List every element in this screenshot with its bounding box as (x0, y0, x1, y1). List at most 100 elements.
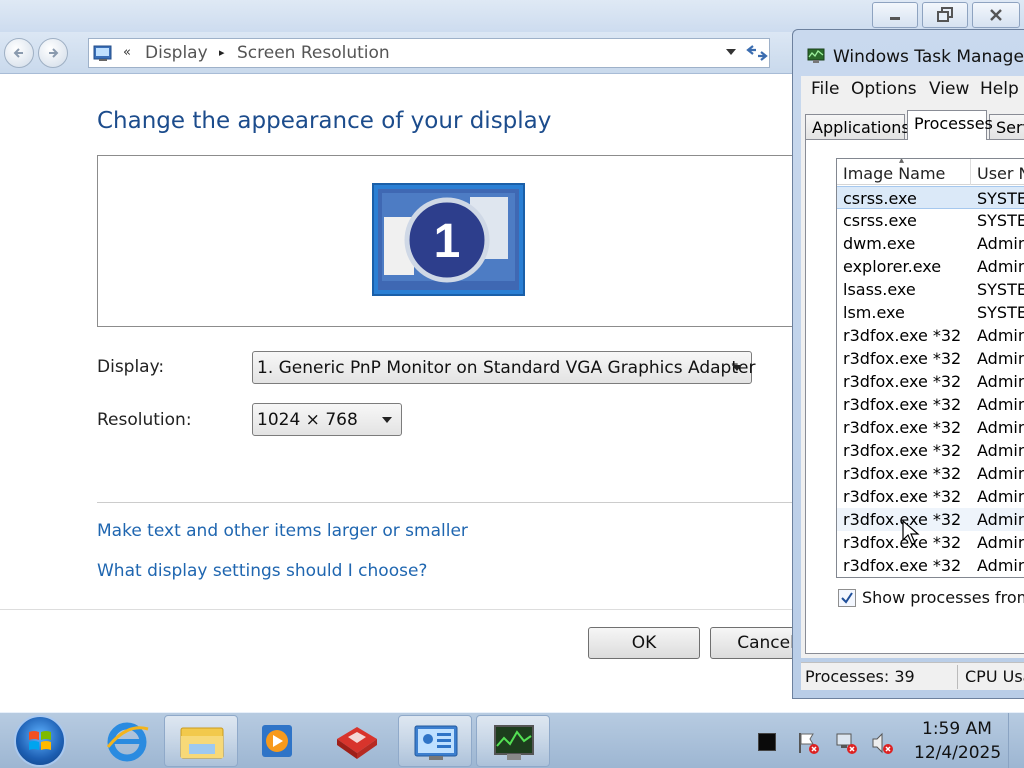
resolution-label: Resolution: (97, 410, 192, 430)
process-row[interactable]: csrss.exe SYSTEM (837, 209, 1024, 232)
process-user-name: SYSTEM (977, 211, 1024, 230)
display-dropdown[interactable]: 1. Generic PnP Monitor on Standard VGA G… (252, 351, 756, 384)
process-row[interactable]: r3dfox.exe *32 Admin (837, 531, 1024, 554)
display-settings-help-link[interactable]: What display settings should I choose? (97, 561, 427, 581)
checkmark-icon (841, 592, 853, 604)
status-process-count: Processes: 39 (805, 667, 915, 686)
menu-options[interactable]: Options (851, 79, 917, 99)
process-user-name: Admin (977, 372, 1024, 391)
taskbar-media-player[interactable] (240, 715, 314, 767)
forward-button[interactable] (38, 38, 68, 68)
process-user-name: Admin (977, 556, 1024, 575)
breadcrumb-screen-resolution[interactable]: Screen Resolution (237, 43, 390, 63)
process-user-name: Admin (977, 441, 1024, 460)
menu-help[interactable]: Help (980, 79, 1019, 99)
cpu-meter-icon[interactable] (758, 733, 776, 751)
monitor-number: 1 (434, 215, 461, 268)
menu-file[interactable]: File (811, 79, 839, 99)
chevron-down-icon (732, 365, 742, 371)
control-panel-icon (414, 725, 458, 760)
process-row[interactable]: r3dfox.exe *32 Admin (837, 347, 1024, 370)
process-image-name: csrss.exe (843, 189, 917, 208)
display-label: Display: (97, 357, 165, 377)
chevron-down-icon[interactable] (725, 47, 737, 57)
menu-view[interactable]: View (929, 79, 969, 99)
back-button[interactable] (4, 38, 34, 68)
clock-time[interactable]: 1:59 AM (922, 719, 992, 739)
task-manager-window: Windows Task Manager File Options View H… (792, 29, 1024, 699)
ok-button[interactable]: OK (588, 627, 700, 659)
process-row[interactable]: r3dfox.exe *32 Admin (837, 324, 1024, 347)
process-image-name: dwm.exe (843, 234, 916, 253)
resolution-dropdown[interactable]: 1024 × 768 (252, 403, 402, 436)
process-row[interactable]: csrss.exe SYSTEM (837, 186, 1024, 209)
process-user-name: Admin (977, 464, 1024, 483)
tab-applications[interactable]: Applications (805, 114, 910, 140)
process-image-name: r3dfox.exe *32 (843, 441, 962, 460)
monitor-preview: 1 (97, 155, 807, 327)
process-row[interactable]: r3dfox.exe *32 Admin (837, 554, 1024, 577)
process-image-name: r3dfox.exe *32 (843, 464, 962, 483)
refresh-icon[interactable] (744, 42, 770, 64)
process-row[interactable]: r3dfox.exe *32 Admin (837, 439, 1024, 462)
process-row[interactable]: explorer.exe Admin (837, 255, 1024, 278)
start-button[interactable] (14, 715, 66, 767)
process-user-name: SYSTEM (977, 189, 1024, 208)
column-image-name[interactable]: Image Name (843, 164, 945, 183)
process-row[interactable]: SearchIndexer....SYSTEM (837, 577, 1024, 578)
breadcrumb-display[interactable]: Display (145, 43, 208, 63)
text-size-link[interactable]: Make text and other items larger or smal… (97, 521, 468, 541)
taskbar-windows-explorer[interactable] (164, 715, 238, 767)
process-list[interactable]: ▴ Image Name User Name csrss.exeSYSTEMcs… (836, 158, 1024, 578)
taskbar: 1:59 AM 12/4/2025 (0, 712, 1024, 768)
tab-processes[interactable]: Processes (907, 110, 993, 140)
back-arrow-icon (13, 48, 23, 58)
restore-button[interactable] (922, 2, 968, 28)
column-user-name[interactable]: User Name (977, 164, 1024, 183)
process-image-name: r3dfox.exe *32 (843, 395, 962, 414)
volume-muted-icon[interactable] (870, 731, 894, 755)
show-all-checkbox[interactable] (838, 589, 856, 607)
process-image-name: lsass.exe (843, 280, 916, 299)
process-row[interactable]: r3dfox.exe *32 Admin (837, 485, 1024, 508)
process-image-name: r3dfox.exe *32 (843, 487, 962, 506)
page-title: Change the appearance of your display (97, 108, 552, 134)
process-row[interactable]: dwm.exe Admin (837, 232, 1024, 255)
close-icon (990, 9, 1002, 21)
process-user-name: Admin (977, 487, 1024, 506)
taskbar-control-panel[interactable] (398, 715, 472, 767)
taskbar-task-manager[interactable] (476, 715, 550, 767)
monitor-1-icon[interactable]: 1 (372, 183, 525, 296)
action-center-flag-icon[interactable] (796, 731, 820, 755)
breadcrumb-overflow[interactable]: « (123, 45, 131, 60)
breadcrumb-separator[interactable]: ▸ (219, 46, 225, 59)
address-bar[interactable]: « Display ▸ Screen Resolution (88, 38, 770, 68)
process-image-name: r3dfox.exe *32 (843, 372, 962, 391)
divider (0, 609, 800, 610)
network-icon[interactable] (834, 731, 858, 755)
process-user-name: Admin (977, 510, 1024, 529)
process-row[interactable]: r3dfox.exe *32 Admin (837, 393, 1024, 416)
taskbar-app[interactable] (320, 715, 394, 767)
taskbar-internet-explorer[interactable] (90, 715, 164, 767)
process-row[interactable]: r3dfox.exe *32 Admin (837, 370, 1024, 393)
clock-date[interactable]: 12/4/2025 (914, 743, 1001, 763)
process-row[interactable]: r3dfox.exe *32 Admin (837, 462, 1024, 485)
process-row[interactable]: r3dfox.exe *32 Admin (837, 508, 1024, 531)
minimize-button[interactable] (872, 2, 918, 28)
windows-explorer-icon (180, 727, 224, 759)
display-dropdown-value: 1. Generic PnP Monitor on Standard VGA G… (257, 358, 756, 378)
close-button[interactable] (972, 2, 1020, 28)
title-bar (0, 0, 1024, 32)
process-list-header: ▴ Image Name User Name (837, 159, 1024, 185)
process-row[interactable]: r3dfox.exe *32 Admin (837, 416, 1024, 439)
column-divider[interactable] (970, 159, 971, 185)
process-row[interactable]: lsm.exe SYSTEM (837, 301, 1024, 324)
process-user-name: Admin (977, 349, 1024, 368)
status-bar: Processes: 39 CPU Usage (801, 662, 1024, 690)
process-image-name: lsm.exe (843, 303, 905, 322)
task-manager-title: Windows Task Manager (833, 47, 1024, 67)
process-row[interactable]: lsass.exe SYSTEM (837, 278, 1024, 301)
show-desktop-button[interactable] (1008, 713, 1024, 768)
tab-services[interactable]: Services (989, 114, 1024, 140)
